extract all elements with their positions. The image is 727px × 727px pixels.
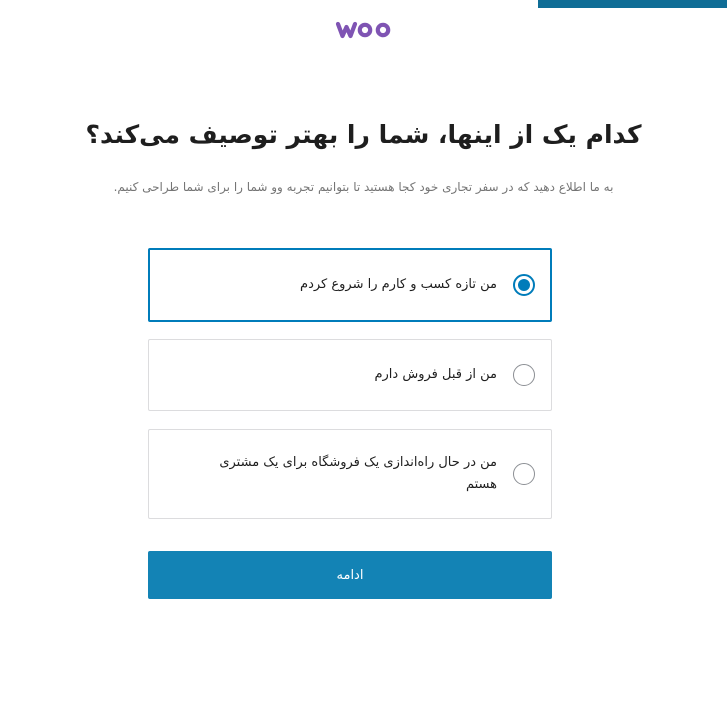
radio-dot bbox=[518, 279, 530, 291]
radio-unselected-icon[interactable] bbox=[513, 463, 535, 485]
radio-selected-icon[interactable] bbox=[513, 274, 535, 296]
option-just-starting[interactable]: من تازه کسب و کارم را شروع کردم bbox=[148, 248, 552, 322]
progress-track bbox=[0, 0, 727, 8]
business-stage-options: من تازه کسب و کارم را شروع کردم من از قب… bbox=[148, 248, 552, 519]
page-title: کدام یک از اینها، شما را بهتر توصیف می‌ک… bbox=[85, 120, 642, 149]
option-label: من در حال راه‌اندازی یک فروشگاه برای یک … bbox=[219, 455, 497, 492]
option-setting-up-for-client[interactable]: من در حال راه‌اندازی یک فروشگاه برای یک … bbox=[148, 429, 552, 519]
option-label: من از قبل فروش دارم bbox=[374, 367, 497, 382]
continue-button[interactable]: ادامه bbox=[148, 551, 552, 599]
option-label: من تازه کسب و کارم را شروع کردم bbox=[300, 277, 497, 292]
onboarding-page: کدام یک از اینها، شما را بهتر توصیف می‌ک… bbox=[0, 0, 727, 727]
woo-logo-mark bbox=[335, 21, 390, 39]
progress-bar-fill bbox=[538, 0, 727, 8]
page-subtitle: به ما اطلاع دهید که در سفر تجاری خود کجا… bbox=[113, 180, 614, 194]
option-already-selling[interactable]: من از قبل فروش دارم bbox=[148, 339, 552, 411]
woo-logo bbox=[0, 20, 727, 44]
radio-unselected-icon[interactable] bbox=[513, 364, 535, 386]
